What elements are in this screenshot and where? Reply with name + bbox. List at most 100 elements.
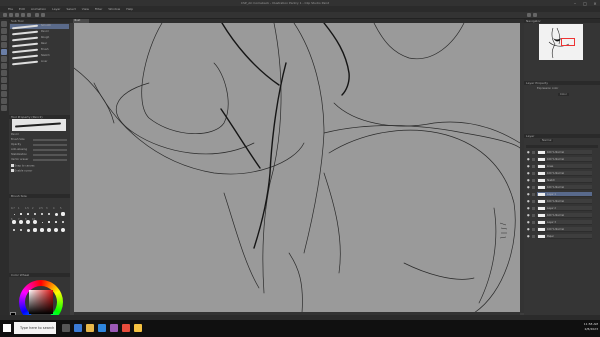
minimize-icon[interactable]: – <box>570 1 580 6</box>
maximize-icon[interactable]: □ <box>580 1 590 6</box>
brush-size-preset[interactable] <box>32 211 38 217</box>
property-slider[interactable] <box>33 154 67 156</box>
new-file-icon[interactable] <box>3 13 7 17</box>
layer-lock-icon[interactable] <box>532 151 535 154</box>
brush-size-preset[interactable] <box>39 227 45 233</box>
brush-size-preset[interactable] <box>60 219 66 225</box>
layer-visibility-icon[interactable]: ● <box>527 221 531 224</box>
layer-visibility-icon[interactable]: ● <box>527 151 531 154</box>
zoom-tool-icon[interactable] <box>1 21 7 27</box>
settings-icon[interactable] <box>533 13 537 17</box>
brush-size-preset[interactable] <box>18 219 24 225</box>
navigator-view-rect[interactable] <box>561 38 575 46</box>
undo-icon[interactable] <box>21 13 25 17</box>
layer-row[interactable]: 100 % Normal <box>537 185 592 190</box>
brush-item[interactable]: Sketch <box>10 54 69 59</box>
property-row[interactable]: Brush Size <box>11 138 69 142</box>
brush-item[interactable]: Real <box>10 42 69 47</box>
layer-visibility-icon[interactable]: ● <box>527 235 531 238</box>
layer-lock-icon[interactable] <box>532 186 535 189</box>
brush-size-preset[interactable] <box>46 227 52 233</box>
layer-visibility-icon[interactable]: ● <box>527 214 531 217</box>
brush-item[interactable]: Liner <box>10 60 69 65</box>
layer-row[interactable]: Layer 2 <box>537 206 592 211</box>
windows-start-icon[interactable] <box>3 324 11 332</box>
drawing-canvas[interactable] <box>74 23 520 313</box>
layer-lock-icon[interactable] <box>532 235 535 238</box>
snap-checkbox[interactable]: Snap to canvas <box>11 164 69 168</box>
menu-file[interactable]: File <box>8 7 13 11</box>
store-icon[interactable] <box>98 324 106 332</box>
layer-visibility-icon[interactable]: ● <box>527 179 531 182</box>
layer-lock-icon[interactable] <box>532 165 535 168</box>
brush-item[interactable]: Brush <box>10 48 69 53</box>
property-slider[interactable] <box>33 159 67 161</box>
task-view-icon[interactable] <box>62 324 70 332</box>
menu-select[interactable]: Select <box>67 7 76 11</box>
brush-tool-icon[interactable] <box>1 56 7 62</box>
layer-row[interactable]: 100 % Normal <box>537 171 592 176</box>
panel-toggle-icon[interactable] <box>527 13 531 17</box>
eyedropper-tool-icon[interactable] <box>1 42 7 48</box>
brush-size-preset[interactable] <box>39 219 45 225</box>
layer-row[interactable]: 100 % Normal <box>537 227 592 232</box>
layer-row[interactable]: 100 % Normal <box>537 150 592 155</box>
brush-size-preset[interactable] <box>60 211 66 217</box>
layer-visibility-icon[interactable]: ● <box>527 172 531 175</box>
brush-size-preset[interactable] <box>18 227 24 233</box>
layer-visibility-icon[interactable]: ● <box>527 193 531 196</box>
brush-item[interactable]: Smooth <box>10 24 69 29</box>
airbrush-tool-icon[interactable] <box>1 63 7 69</box>
property-row[interactable]: Stabilization <box>11 153 69 157</box>
layer-visibility-icon[interactable]: ● <box>527 186 531 189</box>
balloon-tool-icon[interactable] <box>1 105 7 111</box>
property-slider[interactable] <box>33 144 67 146</box>
eraser-tool-icon[interactable] <box>1 70 7 76</box>
layer-lock-icon[interactable] <box>532 221 535 224</box>
menu-filter[interactable]: Filter <box>95 7 102 11</box>
brush-size-preset[interactable] <box>53 219 59 225</box>
brush-size-preset[interactable] <box>11 227 17 233</box>
brush-size-preset[interactable] <box>11 211 17 217</box>
transform-icon[interactable] <box>41 13 45 17</box>
layer-visibility-icon[interactable]: ● <box>527 228 531 231</box>
menu-view[interactable]: View <box>82 7 89 11</box>
edge-browser-icon[interactable] <box>74 324 82 332</box>
property-slider[interactable] <box>33 139 67 141</box>
clear-icon[interactable] <box>35 13 39 17</box>
expression-color-select[interactable]: Color <box>558 93 569 96</box>
brush-size-preset[interactable] <box>60 227 66 233</box>
pencil-tool-icon[interactable] <box>1 49 7 55</box>
gradient-tool-icon[interactable] <box>1 84 7 90</box>
brush-size-preset[interactable] <box>25 227 31 233</box>
layer-lock-icon[interactable] <box>532 214 535 217</box>
brush-size-preset[interactable] <box>32 219 38 225</box>
file-explorer-icon[interactable] <box>86 324 94 332</box>
layer-row[interactable]: Layer 1 <box>537 192 592 197</box>
system-clock[interactable]: 11:58 AM 2/8/2023 <box>584 322 598 332</box>
property-slider[interactable] <box>33 149 67 151</box>
menu-edit[interactable]: Edit <box>19 7 25 11</box>
layer-row[interactable]: Lines <box>537 164 592 169</box>
select-tool-icon[interactable] <box>1 35 7 41</box>
property-row[interactable]: Anti-aliasing <box>11 148 69 152</box>
brush-item[interactable]: Rough <box>10 36 69 41</box>
blend-mode-select[interactable]: Normal <box>540 139 554 142</box>
layer-lock-icon[interactable] <box>532 193 535 196</box>
layer-visibility-icon[interactable]: ● <box>527 165 531 168</box>
cursor-checkbox[interactable]: Enable cursor <box>11 169 69 173</box>
taskbar-search-input[interactable]: Type here to search <box>14 322 56 334</box>
brush-size-preset[interactable] <box>46 219 52 225</box>
navigator-preview[interactable] <box>539 24 583 60</box>
layer-row[interactable]: 100 % Normal <box>537 199 592 204</box>
layer-visibility-icon[interactable]: ● <box>527 200 531 203</box>
menu-help[interactable]: Help <box>126 7 133 11</box>
layer-lock-icon[interactable] <box>532 172 535 175</box>
brush-size-preset[interactable] <box>39 211 45 217</box>
fill-tool-icon[interactable] <box>1 77 7 83</box>
brush-size-preset[interactable] <box>18 211 24 217</box>
brush-item[interactable]: Pencil <box>10 30 69 35</box>
discord-icon[interactable] <box>110 324 118 332</box>
menu-layer[interactable]: Layer <box>52 7 60 11</box>
text-tool-icon[interactable] <box>1 98 7 104</box>
